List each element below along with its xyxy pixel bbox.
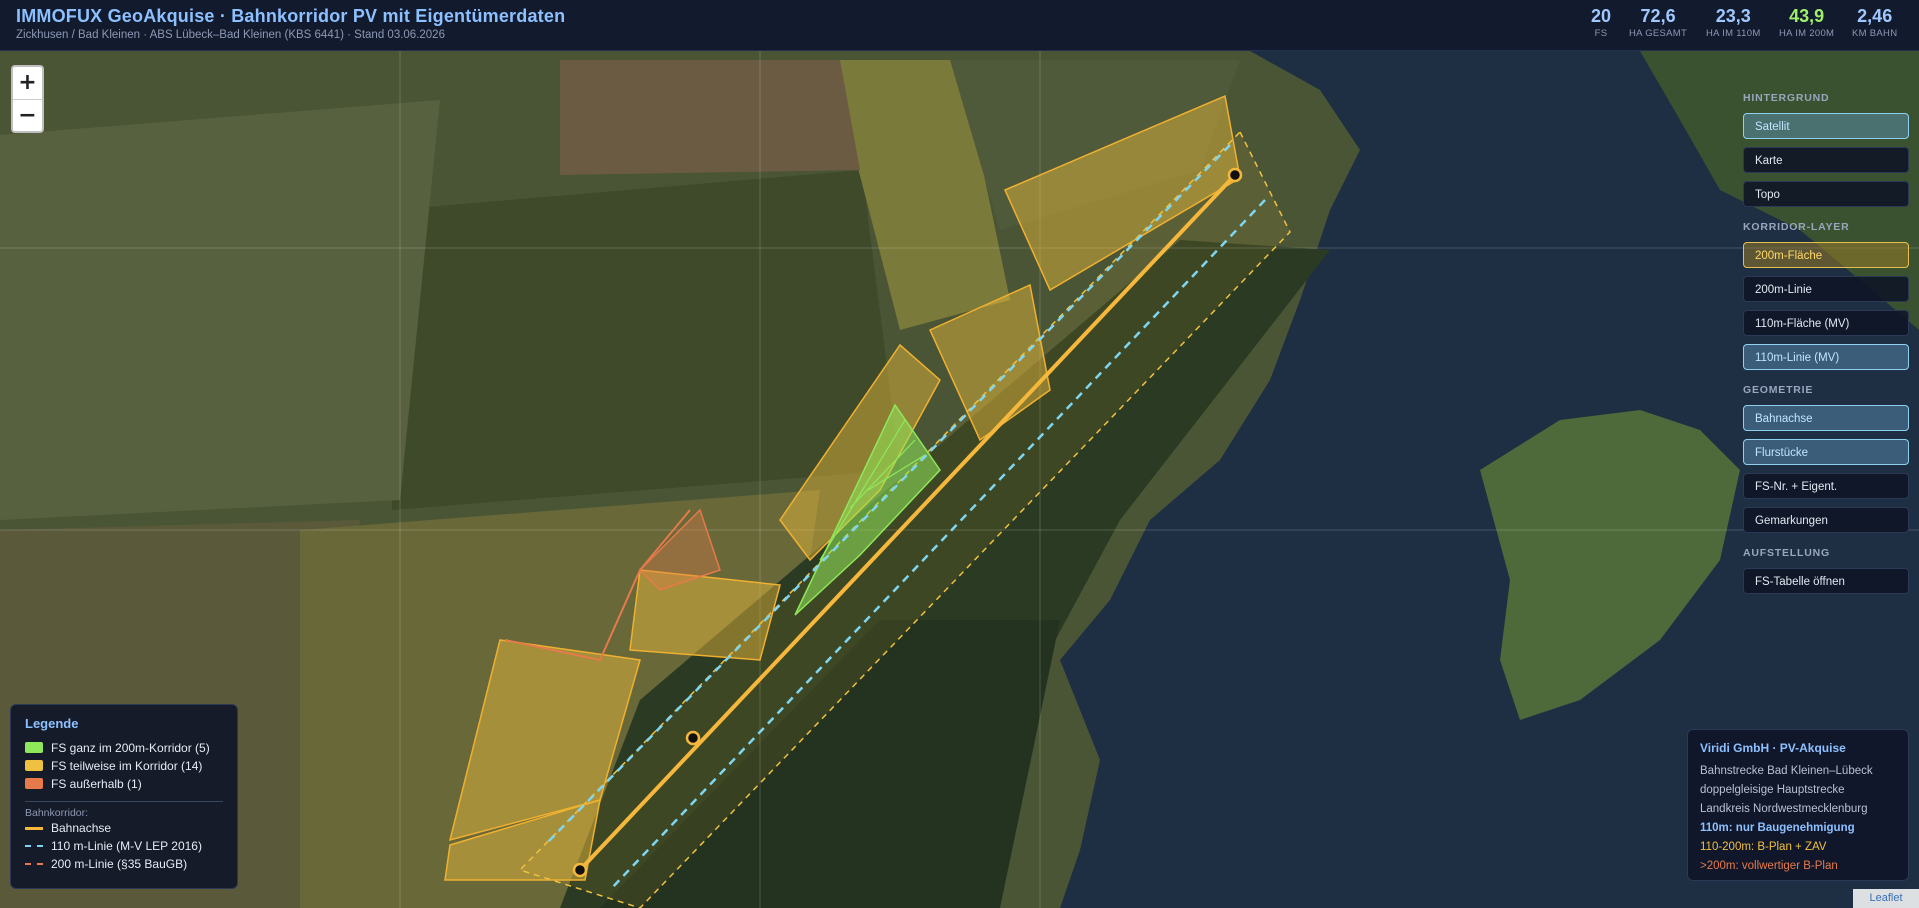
zoom-out-button[interactable]: − [13, 100, 42, 132]
info-line: Landkreis Nordwestmecklenburg [1700, 803, 1868, 815]
section-background: HINTERGRUND [1743, 92, 1830, 104]
stat-fs: 20 FS [1591, 6, 1612, 39]
legend-line-200m: 200 m-Linie (§35 BauGB) [25, 855, 223, 873]
stat-km-rail: 2,46 KM BAHN [1852, 6, 1898, 39]
legend-item-outside: FS außerhalb (1) [25, 775, 223, 793]
open-parcel-table-button[interactable]: FS-Tabelle öffnen [1743, 568, 1909, 594]
info-title: Viridi GmbH · PV-Akquise [1700, 741, 1846, 755]
zoom-control: + − [11, 65, 44, 133]
stat-ha-110m: 23,3 HA IM 110M [1706, 6, 1761, 39]
bg-map-button[interactable]: Karte [1743, 147, 1909, 173]
app-header: IMMOFUX GeoAkquise · Bahnkorridor PV mit… [0, 0, 1919, 51]
stat-ha-200m: 43,9 HA IM 200M [1779, 6, 1835, 39]
bg-satellite-button[interactable]: Satellit [1743, 113, 1909, 139]
geom-parcel-owner-button[interactable]: FS-Nr. + Eigent. [1743, 473, 1909, 499]
info-box: Viridi GmbH · PV-Akquise Bahnstrecke Bad… [1687, 729, 1909, 881]
geom-rail-axis-button[interactable]: Bahnachse [1743, 405, 1909, 431]
legend-corridor-title: Bahnkorridor: [25, 807, 89, 819]
info-rule-110m: 110m: nur Baugenehmigung [1700, 822, 1855, 834]
layer-200m-area-button[interactable]: 200m-Fläche [1743, 242, 1909, 268]
section-listing: AUFSTELLUNG [1743, 547, 1830, 559]
page-title: IMMOFUX GeoAkquise · Bahnkorridor PV mit… [16, 6, 566, 26]
geom-parcels-button[interactable]: Flurstücke [1743, 439, 1909, 465]
info-rule-110-200m: 110-200m: B-Plan + ZAV [1700, 841, 1827, 853]
bg-topo-button[interactable]: Topo [1743, 181, 1909, 207]
legend-item-partial: FS teilweise im Korridor (14) [25, 757, 223, 775]
legend-title: Legende [25, 716, 79, 731]
info-line: Bahnstrecke Bad Kleinen–Lübeck [1700, 765, 1873, 777]
leaflet-attribution[interactable]: Leaflet [1853, 889, 1919, 908]
info-rule-200m: >200m: vollwertiger B-Plan [1700, 860, 1838, 872]
legend-line-110m: 110 m-Linie (M-V LEP 2016) [25, 837, 223, 855]
info-line: doppelgleisige Hauptstrecke [1700, 784, 1845, 796]
geom-districts-button[interactable]: Gemarkungen [1743, 507, 1909, 533]
zoom-in-button[interactable]: + [13, 67, 42, 100]
layer-panel: HINTERGRUND Satellit Karte Topo KORRIDOR… [1743, 92, 1909, 602]
layer-110m-area-button[interactable]: 110m-Fläche (MV) [1743, 310, 1909, 336]
legend-item-full: FS ganz im 200m-Korridor (5) [25, 739, 223, 757]
map-view[interactable]: + − HINTERGRUND Satellit Karte Topo KORR… [0, 51, 1919, 908]
page-subtitle: Zickhusen / Bad Kleinen · ABS Lübeck–Bad… [16, 29, 445, 41]
satellite-map [0, 51, 1919, 908]
section-corridor: KORRIDOR-LAYER [1743, 221, 1850, 233]
legend-line-axis: Bahnachse [25, 819, 223, 837]
layer-110m-line-button[interactable]: 110m-Linie (MV) [1743, 344, 1909, 370]
map-legend: Legende FS ganz im 200m-Korridor (5) FS … [10, 704, 238, 889]
stat-ha-total: 72,6 HA GESAMT [1629, 6, 1688, 39]
section-geometry: GEOMETRIE [1743, 384, 1814, 396]
layer-200m-line-button[interactable]: 200m-Linie [1743, 276, 1909, 302]
